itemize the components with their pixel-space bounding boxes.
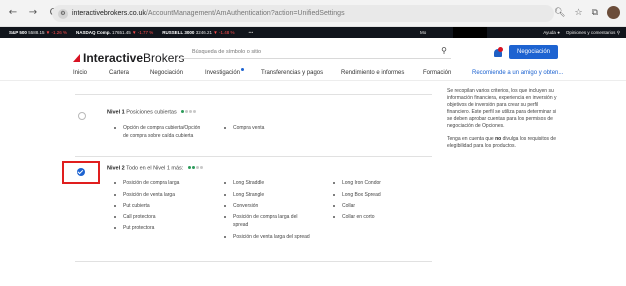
info-paragraph-note: Tenga en cuenta que no divulga los requi… <box>447 136 556 149</box>
level-1-risk-dots <box>181 109 197 115</box>
app-window: ← → C ⚙ interactivebrokers.co.uk/Account… <box>0 0 626 286</box>
options-permissions-panel: Nivel 1 Posiciones cubiertas Opción de c… <box>0 81 626 286</box>
browser-toolbar: ← → C ⚙ interactivebrokers.co.uk/Account… <box>0 0 626 27</box>
list-item: Posición de compra larga del spread <box>224 213 314 229</box>
notification-dot <box>498 47 503 52</box>
list-item: Posición de venta larga <box>114 191 206 199</box>
level-1-radio[interactable] <box>78 112 86 120</box>
list-item: Call protectora <box>114 213 206 221</box>
nav-item-investigacion[interactable]: Investigación <box>205 68 245 81</box>
zoom-icon[interactable]: 🔍︎ <box>554 8 565 18</box>
main-nav: Inicio Cartera Negociación Investigación… <box>0 68 626 81</box>
extensions-icon[interactable]: ⧉ <box>592 8 598 18</box>
list-item: Put cubierta <box>114 202 206 210</box>
nav-item-referral[interactable]: Recomiende a un amigo y obten... <box>472 68 563 81</box>
nav-item-transferencias[interactable]: Transferencias y pagos <box>261 68 323 81</box>
account-label: Mo <box>420 30 427 35</box>
nav-item-rendimiento[interactable]: Rendimiento e informes <box>341 68 404 81</box>
new-indicator <box>241 68 245 71</box>
list-item: Posición de venta larga del spread <box>224 233 314 241</box>
feedback-link[interactable]: Opiniones y comentarios ⚲ <box>566 30 620 36</box>
divider <box>75 156 432 157</box>
list-item: Long Strangle <box>224 191 314 199</box>
site-header: Interactive Brokers Búsqueda de símbolo o… <box>0 38 626 68</box>
ticker-item[interactable]: RUSSELL 3000 3246.21 ▼ -1.48 % <box>162 30 234 35</box>
forward-icon[interactable]: → <box>26 6 40 20</box>
nav-item-negociacion[interactable]: Negociación <box>150 68 183 81</box>
search-placeholder: Búsqueda de símbolo o sitio <box>192 48 262 55</box>
browser-actions: 🔍︎ ☆ ⧉ <box>554 6 620 19</box>
divider <box>75 261 432 262</box>
list-item: Conversión <box>224 202 314 210</box>
list-item: Long Box Spread <box>333 191 423 199</box>
level-2-title: Nivel 2 Todo en el Nivel 1 más: <box>107 165 204 171</box>
level-2-risk-dots <box>187 165 204 171</box>
logo-mark-icon <box>73 54 80 62</box>
notification-bell-icon[interactable] <box>493 47 503 58</box>
list-item: Opción de compra cubierta/Opción de comp… <box>114 124 206 140</box>
ticker-actions: Ayuda ● Opiniones y comentarios ⚲ <box>543 27 620 38</box>
ib-logo[interactable]: Interactive Brokers <box>73 51 184 65</box>
nav-item-inicio[interactable]: Inicio <box>73 68 87 81</box>
ticker-item[interactable]: S&P 500 5588.15 ▼ -1.26 % <box>9 30 67 35</box>
help-icon: ● <box>557 30 560 35</box>
list-item: Posición de compra larga <box>114 179 206 187</box>
search-icon: ⚲ <box>616 29 620 35</box>
bookmark-star-icon[interactable]: ☆ <box>574 8 582 18</box>
search-icon[interactable]: ⚲ <box>441 46 447 55</box>
url-path: /AccountManagement/AmAuthentication?acti… <box>145 10 345 17</box>
divider <box>75 94 432 95</box>
ticker-more[interactable]: ••• <box>248 30 253 35</box>
info-paragraph: Se recopilan varios criterios, los que i… <box>447 88 557 129</box>
trade-button[interactable]: Negociación <box>509 45 558 59</box>
address-bar[interactable]: ⚙ interactivebrokers.co.uk/AccountManage… <box>52 5 554 22</box>
level-1-title: Nivel 1 Posiciones cubiertas <box>107 109 197 115</box>
list-item: Collar <box>333 202 423 210</box>
market-ticker: S&P 500 5588.15 ▼ -1.26 % NASDAQ Comp. 1… <box>0 27 626 41</box>
nav-item-formacion[interactable]: Formación <box>423 68 451 81</box>
list-item: Long Iron Condor <box>333 179 423 187</box>
list-item: Long Straddle <box>224 179 314 187</box>
ticker-item[interactable]: NASDAQ Comp. 17651.45 ▼ -1.77 % <box>76 30 153 35</box>
level-2-radio[interactable] <box>77 168 85 176</box>
symbol-search-input[interactable]: Búsqueda de símbolo o sitio ⚲ <box>178 45 451 59</box>
back-icon[interactable]: ← <box>6 6 20 20</box>
help-link[interactable]: Ayuda ● <box>543 30 560 35</box>
nav-item-cartera[interactable]: Cartera <box>109 68 129 81</box>
site-settings-icon[interactable]: ⚙ <box>58 8 68 19</box>
list-item: Put protectora <box>114 224 206 232</box>
list-item: Compra venta <box>224 124 304 132</box>
url-host: interactivebrokers.co.uk <box>72 10 146 17</box>
list-item: Collar en corto <box>333 213 423 221</box>
profile-avatar[interactable] <box>607 6 620 19</box>
info-sidebar: Se recopilan varios criterios, los que i… <box>447 88 559 156</box>
